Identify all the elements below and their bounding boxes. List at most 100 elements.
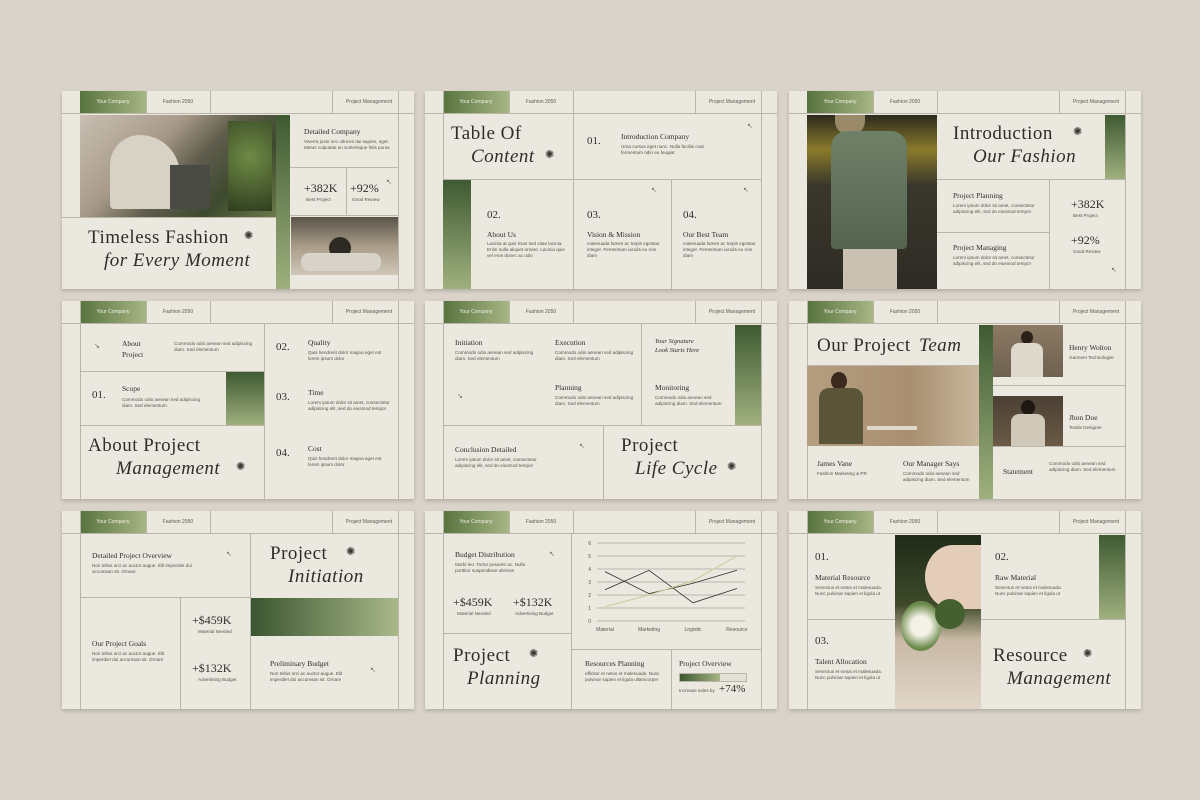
stat-good-review: +92% — [1071, 233, 1100, 247]
chart-ytick-label: 0 — [588, 619, 591, 625]
time-text: Lorem ipsum dolor sit amet, consectetur … — [308, 400, 390, 411]
talent-allocation-text: Senectus et netus et malesuada. Nunc pul… — [815, 669, 882, 680]
company-tag: Your Company — [443, 301, 509, 323]
starburst-icon: ✺ — [346, 546, 356, 558]
starburst-icon: ✺ — [1083, 648, 1093, 660]
arrow-icon: ↖ — [747, 123, 753, 130]
slide-timeless-fashion[interactable]: Your Company Fashion 2050 Project Manage… — [62, 91, 414, 289]
team-photo-jhon — [993, 396, 1063, 446]
monitoring-heading: Monitoring — [655, 383, 690, 392]
raw-material-heading: Raw Material — [995, 573, 1037, 582]
slide-project-initiation[interactable]: Your Company Fashion 2050 Project Manage… — [62, 511, 414, 709]
slide-title-line2: Initiation — [288, 566, 364, 587]
item-number-1: 01. — [92, 389, 106, 401]
statement-heading: Statement — [1003, 467, 1033, 476]
item-number-3: 03. — [276, 391, 290, 403]
slide-title-line1: Introduction — [953, 123, 1053, 144]
project-management-tag: Project Management — [1072, 519, 1119, 525]
starburst-icon: ✺ — [1073, 126, 1083, 138]
fashion-photo-flowers — [895, 535, 981, 709]
fashion-tag: Fashion 2050 — [162, 519, 194, 525]
arrow-icon: ↖ — [579, 443, 585, 450]
chart-ytick-label: 2 — [588, 593, 591, 599]
team-photo-henry — [993, 325, 1063, 377]
about-project-text: Commodo odio aenean sed adipiscing diam.… — [174, 341, 253, 352]
starburst-icon: ✺ — [545, 149, 555, 161]
company-tag: Your Company — [807, 301, 873, 323]
toc-item-best-team[interactable]: Our Best Team — [683, 230, 728, 239]
arrow-icon: ↖ — [1111, 267, 1117, 274]
value-advertising-budget: +$132K — [192, 661, 232, 675]
value-advertising-budget: +$132K — [513, 595, 553, 609]
green-accent-block — [226, 372, 264, 425]
company-tag: Your Company — [807, 91, 873, 113]
toc-item-introduction[interactable]: Introduction Company — [621, 132, 689, 141]
project-management-tag: Project Management — [345, 99, 392, 105]
slide-header: Your Company Fashion 2050 Project Manage… — [425, 511, 777, 533]
item-number-1: 01. — [815, 551, 829, 563]
item-number-2: 02. — [276, 341, 290, 353]
toc-item-text: Lacinia at quis risus sed vitae lacinia.… — [487, 241, 565, 258]
slide-project-life-cycle[interactable]: Your Company Fashion 2050 Project Manage… — [425, 301, 777, 499]
starburst-icon: ✺ — [244, 230, 254, 242]
member-name-jhon: Jhon Doe — [1069, 413, 1098, 422]
green-accent-bar — [276, 115, 290, 289]
budget-distribution-heading: Budget Distribution — [455, 550, 515, 559]
about-project-label-1: About — [122, 339, 141, 348]
preliminary-budget-heading: Preliminary Budget — [270, 659, 329, 668]
slide-title-line2: Content — [471, 146, 535, 167]
manager-says-heading: Our Manager Says — [903, 459, 960, 468]
slide-resource-management[interactable]: Your Company Fashion 2050 Project Manage… — [789, 511, 1141, 709]
overview-progress-fill — [680, 674, 720, 681]
slide-header: Your Company Fashion 2050 Project Manage… — [789, 91, 1141, 113]
stat-good-review-label: Good Review — [1073, 249, 1101, 254]
chart-xtick-label: Logistic — [685, 627, 702, 633]
member-name-henry: Henry Wolton — [1069, 343, 1112, 352]
toc-number-2: 02. — [487, 209, 501, 221]
stat-best-project: +382K — [304, 181, 338, 195]
monitoring-text: Commodo odio aenean sed adipiscing diam.… — [655, 395, 722, 406]
detailed-company-text: Viverra justo nec ultrices dui sapien, e… — [304, 139, 390, 150]
detailed-company-heading: Detailed Company — [304, 127, 361, 136]
toc-item-vision-mission[interactable]: Vision & Mission — [587, 230, 640, 239]
execution-text: Commodo odio aenean sed adipiscing diam.… — [555, 350, 634, 361]
project-management-tag: Project Management — [708, 99, 755, 105]
slide-project-planning[interactable]: Your Company Fashion 2050 Project Manage… — [425, 511, 777, 709]
toc-item-about-us[interactable]: About Us — [487, 230, 516, 239]
toc-item-text: malesuada fames ac turpis egestas intege… — [587, 241, 660, 258]
slide-title-line2: Management — [116, 458, 221, 479]
member-role-james: Fashion Marketing & PR — [817, 471, 867, 476]
material-resource-text: Senectus et netus et malesuada. Nunc pul… — [815, 585, 882, 596]
slide-title-line1: Resource — [993, 645, 1068, 666]
fashion-tag: Fashion 2050 — [889, 519, 921, 525]
planning-text: Commodo odio aenean sed adipiscing diam.… — [555, 395, 634, 406]
slide-table-of-content[interactable]: Your Company Fashion 2050 Project Manage… — [425, 91, 777, 289]
increase-sales-value: +74% — [719, 683, 746, 695]
item-number-3: 03. — [815, 635, 829, 647]
green-accent-block — [443, 180, 471, 289]
green-accent-block — [735, 325, 761, 425]
project-overview-heading: Project Overview — [679, 659, 732, 668]
fashion-photo-green-jacket — [807, 115, 937, 289]
chart-xtick-label: Resource — [726, 627, 748, 633]
stat-best-project-label: Best Project — [1073, 213, 1098, 218]
slide-about-project[interactable]: Your Company Fashion 2050 Project Manage… — [62, 301, 414, 499]
toc-item-text: malesuada fames ac turpis egestas intege… — [683, 241, 756, 258]
cost-heading: Cost — [308, 444, 322, 453]
chart-series-line-2 — [604, 569, 738, 604]
slide-title-line1: Project — [453, 645, 511, 666]
stat-best-project-label: Best Project — [306, 197, 331, 202]
project-goals-heading: Our Project Goals — [92, 639, 147, 648]
stat-good-review-label: Good Review — [352, 197, 380, 202]
green-accent-block — [1099, 535, 1125, 619]
slide-project-team[interactable]: Your Company Fashion 2050 Project Manage… — [789, 301, 1141, 499]
fashion-tag: Fashion 2050 — [162, 99, 194, 105]
slide-header: Your Company Fashion 2050 Project Manage… — [62, 301, 414, 323]
green-accent-band — [251, 598, 398, 636]
company-tag: Your Company — [443, 511, 509, 533]
slide-introduction-fashion[interactable]: Your Company Fashion 2050 Project Manage… — [789, 91, 1141, 289]
fashion-tag: Fashion 2050 — [889, 309, 921, 315]
project-goals-text: Non tellus orci ac auctor augue. Elit im… — [92, 651, 165, 662]
conclusion-text: Lorem ipsum dolor sit amet, consectetur … — [455, 457, 537, 468]
stat-best-project: +382K — [1071, 197, 1105, 211]
